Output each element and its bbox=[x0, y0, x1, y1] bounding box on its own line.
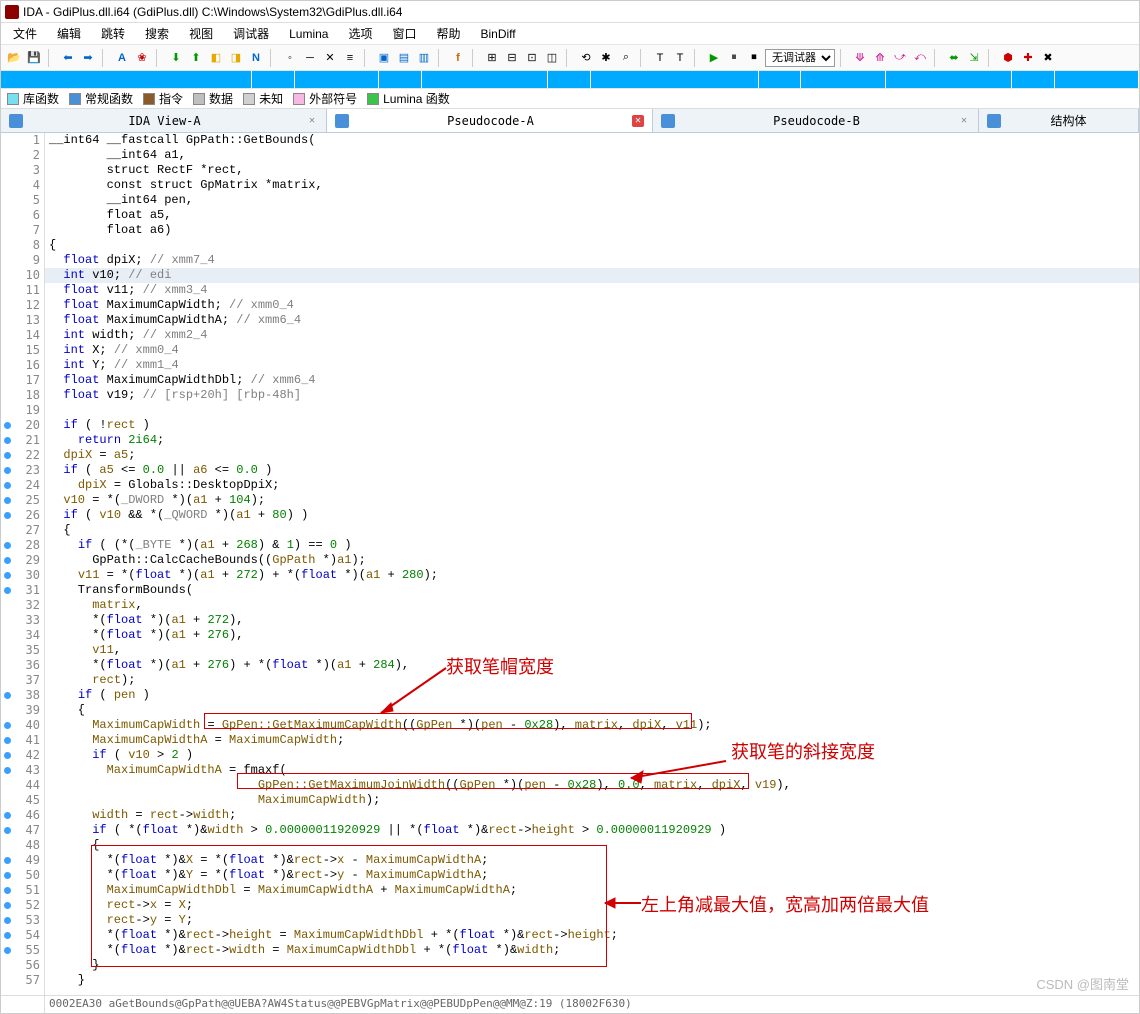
tb-p2-icon[interactable]: ✚ bbox=[1019, 49, 1037, 67]
legend-item: 外部符号 bbox=[293, 90, 357, 107]
fwd-icon[interactable]: ➡ bbox=[79, 49, 97, 67]
tb-f-icon[interactable]: f bbox=[449, 49, 467, 67]
tb-g3-icon[interactable]: ◧ bbox=[207, 49, 225, 67]
tb-r3-icon[interactable]: ⌕ bbox=[617, 49, 635, 67]
tab-struct[interactable]: 结构体 bbox=[979, 109, 1139, 132]
tb-p1-icon[interactable]: ⬢ bbox=[999, 49, 1017, 67]
menu-jump[interactable]: 跳转 bbox=[93, 23, 133, 44]
tb-g1-icon[interactable]: ⬇ bbox=[167, 49, 185, 67]
legend-item: 数据 bbox=[193, 90, 233, 107]
scroll-corner bbox=[1, 995, 45, 1013]
tb-b3-icon[interactable]: ▥ bbox=[415, 49, 433, 67]
tb-d1-icon[interactable]: ⟱ bbox=[851, 49, 869, 67]
tb-d2-icon[interactable]: ⟰ bbox=[871, 49, 889, 67]
menu-file[interactable]: 文件 bbox=[5, 23, 45, 44]
tb-h3-icon[interactable]: ✕ bbox=[321, 49, 339, 67]
menu-edit[interactable]: 编辑 bbox=[49, 23, 89, 44]
tb-b1-icon[interactable]: ▣ bbox=[375, 49, 393, 67]
menu-debugger[interactable]: 调试器 bbox=[225, 23, 277, 44]
navigation-band[interactable] bbox=[1, 71, 1139, 89]
status-bar: 0002EA30 aGetBounds@GpPath@@UEBA?AW4Stat… bbox=[45, 995, 1139, 1013]
debugger-select[interactable]: 无调试器 bbox=[765, 49, 835, 67]
close-icon[interactable]: ✕ bbox=[306, 115, 318, 127]
tb-g2-icon[interactable]: ⬆ bbox=[187, 49, 205, 67]
tb-m1-icon[interactable]: ⊞ bbox=[483, 49, 501, 67]
tb-t2-icon[interactable]: T bbox=[671, 49, 689, 67]
menubar: 文件 编辑 跳转 搜索 视图 调试器 Lumina 选项 窗口 帮助 BinDi… bbox=[1, 23, 1139, 45]
toolbar: 📂 💾 ⬅ ➡ A ❀ ⬇ ⬆ ◧ ◨ N ◦ ─ ✕ ≡ ▣ ▤ ▥ f ⊞ … bbox=[1, 45, 1139, 71]
save-icon[interactable]: 💾 bbox=[25, 49, 43, 67]
titlebar: IDA - GdiPlus.dll.i64 (GdiPlus.dll) C:\W… bbox=[1, 1, 1139, 23]
tb-m4-icon[interactable]: ◫ bbox=[543, 49, 561, 67]
tb-a-icon[interactable]: A bbox=[113, 49, 131, 67]
stop-icon[interactable]: ⏹ bbox=[745, 49, 763, 67]
pause-icon[interactable]: ⏸ bbox=[725, 49, 743, 67]
legend-item: 常规函数 bbox=[69, 90, 133, 107]
watermark: CSDN @图南堂 bbox=[1036, 974, 1129, 993]
tb-p3-icon[interactable]: ✖ bbox=[1039, 49, 1057, 67]
legend: 库函数 常规函数 指令 数据 未知 外部符号 Lumina 函数 bbox=[1, 89, 1139, 109]
legend-item: 库函数 bbox=[7, 90, 59, 107]
menu-bindiff[interactable]: BinDiff bbox=[473, 25, 524, 43]
tab-icon bbox=[987, 114, 1001, 128]
play-icon[interactable]: ▶ bbox=[705, 49, 723, 67]
tabs: IDA View-A✕ Pseudocode-A✕ Pseudocode-B✕ … bbox=[1, 109, 1139, 133]
legend-item: 未知 bbox=[243, 90, 283, 107]
back-icon[interactable]: ⬅ bbox=[59, 49, 77, 67]
gutter: 1234567891011121314151617181920212223242… bbox=[1, 133, 45, 997]
menu-window[interactable]: 窗口 bbox=[384, 23, 424, 44]
menu-help[interactable]: 帮助 bbox=[428, 23, 468, 44]
menu-search[interactable]: 搜索 bbox=[137, 23, 177, 44]
open-icon[interactable]: 📂 bbox=[5, 49, 23, 67]
tb-r2-icon[interactable]: ✱ bbox=[597, 49, 615, 67]
tb-e2-icon[interactable]: ⇲ bbox=[965, 49, 983, 67]
tb-b2-icon[interactable]: ▤ bbox=[395, 49, 413, 67]
tab-icon bbox=[335, 114, 349, 128]
app-icon bbox=[5, 5, 19, 19]
close-icon[interactable]: ✕ bbox=[632, 115, 644, 127]
close-icon[interactable]: ✕ bbox=[958, 115, 970, 127]
tab-icon bbox=[661, 114, 675, 128]
tab-pseudocode-a[interactable]: Pseudocode-A✕ bbox=[327, 109, 653, 132]
legend-item: 指令 bbox=[143, 90, 183, 107]
tb-s-icon[interactable]: ❀ bbox=[133, 49, 151, 67]
tb-e1-icon[interactable]: ⬌ bbox=[945, 49, 963, 67]
tb-d3-icon[interactable]: ⤻ bbox=[891, 49, 909, 67]
tb-g4-icon[interactable]: ◨ bbox=[227, 49, 245, 67]
tab-icon bbox=[9, 114, 23, 128]
menu-options[interactable]: 选项 bbox=[340, 23, 380, 44]
tab-pseudocode-b[interactable]: Pseudocode-B✕ bbox=[653, 109, 979, 132]
tab-ida-view-a[interactable]: IDA View-A✕ bbox=[1, 109, 327, 132]
code-area: 1234567891011121314151617181920212223242… bbox=[1, 133, 1139, 997]
tb-h1-icon[interactable]: ◦ bbox=[281, 49, 299, 67]
tb-m2-icon[interactable]: ⊟ bbox=[503, 49, 521, 67]
tb-d4-icon[interactable]: ⤺ bbox=[911, 49, 929, 67]
tb-n-icon[interactable]: N bbox=[247, 49, 265, 67]
code-lines[interactable]: __int64 __fastcall GpPath::GetBounds( __… bbox=[45, 133, 1139, 997]
window-title: IDA - GdiPlus.dll.i64 (GdiPlus.dll) C:\W… bbox=[23, 5, 402, 19]
menu-lumina[interactable]: Lumina bbox=[281, 25, 336, 43]
tb-r1-icon[interactable]: ⟲ bbox=[577, 49, 595, 67]
menu-view[interactable]: 视图 bbox=[181, 23, 221, 44]
tb-h4-icon[interactable]: ≡ bbox=[341, 49, 359, 67]
legend-item: Lumina 函数 bbox=[367, 90, 450, 107]
tb-h2-icon[interactable]: ─ bbox=[301, 49, 319, 67]
tb-m3-icon[interactable]: ⊡ bbox=[523, 49, 541, 67]
tb-t1-icon[interactable]: T bbox=[651, 49, 669, 67]
